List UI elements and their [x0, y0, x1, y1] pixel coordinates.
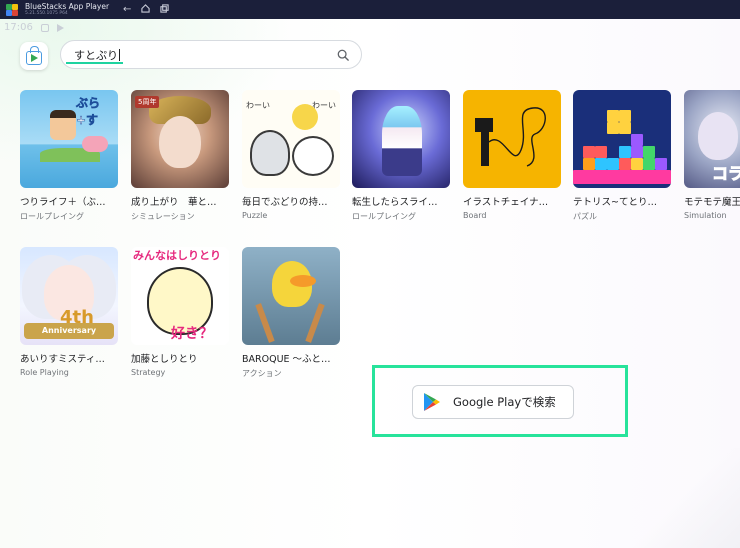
- app-thumbnail: [463, 90, 561, 188]
- background-decoration: [620, 448, 740, 548]
- back-arrow-icon[interactable]: ←: [123, 4, 131, 15]
- app-thumbnail: わーい わーい: [242, 90, 340, 188]
- app-category: シミュレーション: [131, 212, 195, 221]
- app-card[interactable]: コラ モテモテ魔王 Simulation: [684, 90, 740, 220]
- app-title: つりライフ＋（ぶ…: [20, 197, 106, 208]
- app-thumbnail: みんなはしりとり 好き？: [131, 247, 229, 345]
- play-store-content: 17:06 すとぷり ぶら+す つりライフ＋（ぶ… ロールプレイング 5周年 成…: [0, 19, 740, 548]
- status-time: 17:06: [4, 22, 33, 33]
- app-card[interactable]: 5周年 成り上がり 華と… シミュレーション: [131, 90, 231, 222]
- app-category: Puzzle: [242, 211, 268, 220]
- google-play-icon: [424, 393, 440, 411]
- app-title: 毎日でぶどりの持…: [242, 197, 328, 208]
- app-title: 成り上がり 華と…: [131, 197, 217, 208]
- search-query-text: すとぷり: [74, 48, 118, 62]
- app-category: ロールプレイング: [20, 212, 84, 221]
- window-title: BlueStacks App Player: [25, 2, 110, 11]
- search-input[interactable]: すとぷり: [60, 40, 362, 69]
- app-title: あいりすミスティ…: [20, 354, 105, 365]
- app-card[interactable]: 転生したらスライ… ロールプレイング: [352, 90, 452, 222]
- home-icon[interactable]: [141, 3, 151, 16]
- app-card[interactable]: わーい わーい 毎日でぶどりの持… Puzzle: [242, 90, 342, 220]
- search-text-underline: [66, 62, 123, 64]
- app-thumbnail: ぶら+す: [20, 90, 118, 188]
- bluestacks-logo-icon: [6, 3, 18, 16]
- play-notification-icon: [56, 23, 64, 32]
- app-category: アクション: [242, 369, 282, 378]
- text-caret: [119, 48, 120, 61]
- app-card[interactable]: 4th Anniversary あいりすミスティ… Role Playing: [20, 247, 120, 377]
- app-title: 転生したらスライ…: [352, 197, 438, 208]
- app-card[interactable]: みんなはしりとり 好き？ 加藤としりとり Strategy: [131, 247, 231, 377]
- notification-icon: [40, 23, 49, 32]
- app-thumbnail: [573, 90, 671, 188]
- app-category: Simulation: [684, 211, 727, 220]
- app-thumbnail: 4th Anniversary: [20, 247, 118, 345]
- app-title: BAROQUE ～ふと…: [242, 354, 331, 365]
- app-category: パズル: [573, 212, 597, 221]
- app-title: テトリス~てとり…: [573, 197, 657, 208]
- window-version: 5.21.550.1075 P64: [25, 10, 68, 16]
- play-store-icon[interactable]: [20, 42, 48, 70]
- android-status-bar: 17:06: [4, 22, 64, 33]
- app-thumbnail: 5周年: [131, 90, 229, 188]
- google-play-search-button[interactable]: Google Playで検索: [412, 385, 574, 419]
- title-bar: BlueStacks App Player 5.21.550.1075 P64 …: [0, 0, 740, 19]
- app-title: モテモテ魔王: [684, 197, 740, 208]
- app-card[interactable]: BAROQUE ～ふと… アクション: [242, 247, 342, 379]
- app-card[interactable]: ぶら+す つりライフ＋（ぶ… ロールプレイング: [20, 90, 120, 222]
- search-icon[interactable]: [337, 49, 349, 61]
- app-category: Board: [463, 211, 487, 220]
- app-category: Role Playing: [20, 368, 69, 377]
- multi-instance-icon[interactable]: [160, 3, 170, 16]
- app-title: 加藤としりとり: [131, 354, 198, 365]
- app-card[interactable]: テトリス~てとり… パズル: [573, 90, 673, 222]
- app-thumbnail: コラ: [684, 90, 740, 188]
- app-title: イラストチェイナ…: [463, 197, 549, 208]
- app-category: ロールプレイング: [352, 212, 416, 221]
- app-card[interactable]: イラストチェイナ… Board: [463, 90, 563, 220]
- google-play-search-label: Google Playで検索: [453, 395, 556, 409]
- app-thumbnail: [352, 90, 450, 188]
- app-category: Strategy: [131, 368, 166, 377]
- app-thumbnail: [242, 247, 340, 345]
